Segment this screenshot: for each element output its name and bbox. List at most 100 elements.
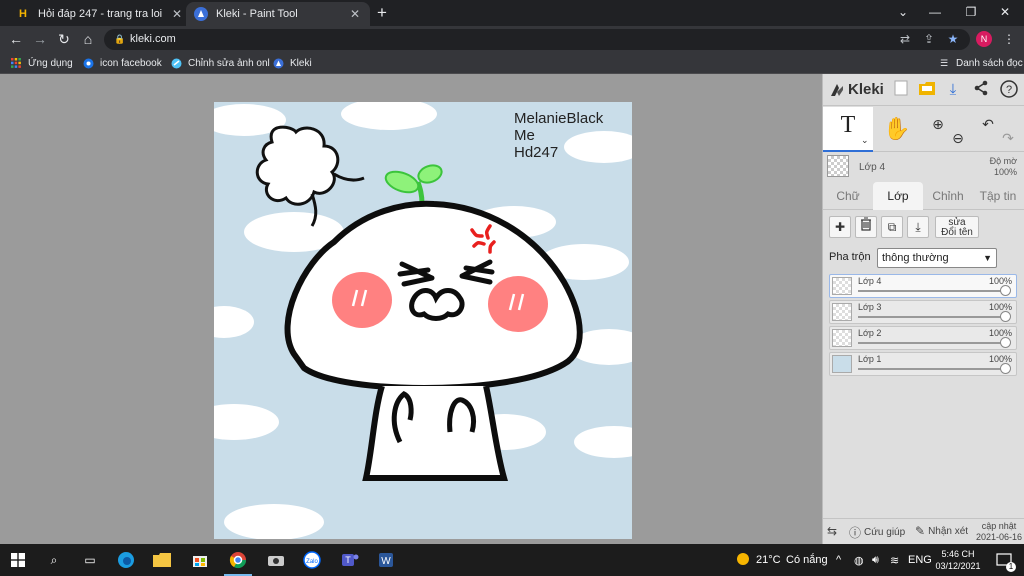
tab-hoidap[interactable]: H Hỏi đáp 247 - trang tra loi ✕ xyxy=(8,2,192,26)
store-icon[interactable] xyxy=(190,550,210,570)
back-button[interactable]: ← xyxy=(6,29,26,49)
edge-icon[interactable] xyxy=(116,550,136,570)
tab-file[interactable]: Tập tin xyxy=(973,182,1023,210)
network-icon[interactable]: ◍ xyxy=(854,554,864,567)
share-icon[interactable]: ⇪ xyxy=(920,30,938,48)
merge-down-button[interactable]: ⤓ xyxy=(907,216,929,238)
feedback-button[interactable]: ✎ Nhận xét xyxy=(915,524,968,538)
clock-time: 5:46 CH xyxy=(941,549,975,559)
zalo-icon[interactable]: Zalo xyxy=(302,550,322,570)
opacity-slider-handle[interactable] xyxy=(1000,311,1011,322)
bookmark-apps[interactable]: Ứng dụng xyxy=(10,55,73,71)
reading-list-button[interactable]: ☰ Danh sách đọc xyxy=(938,55,1023,71)
kleki-logo[interactable]: Kleki xyxy=(829,81,884,98)
blend-mode-value: thông thường xyxy=(882,252,949,264)
opacity-slider-track[interactable] xyxy=(858,342,1008,344)
minimize-button[interactable]: — xyxy=(918,0,952,24)
windows-start-icon[interactable] xyxy=(8,550,28,570)
home-button[interactable]: ⌂ xyxy=(78,29,98,49)
tray-chevron-up-icon[interactable]: ^ xyxy=(836,554,841,566)
weather-text[interactable]: Có nắng xyxy=(786,554,828,566)
help-button[interactable]: ⓘ Cứu giúp xyxy=(849,524,905,541)
forward-button[interactable]: → xyxy=(30,29,50,49)
layer-thumbnail xyxy=(832,303,852,321)
camera-icon[interactable] xyxy=(266,550,286,570)
photo-edit-icon xyxy=(170,57,182,69)
bookmarks-bar: Ứng dụng icon facebook Chỉnh sửa ảnh onl… xyxy=(0,52,1024,74)
blend-mode-select[interactable]: thông thường ▼ xyxy=(877,248,997,268)
profile-avatar[interactable]: N xyxy=(976,31,992,47)
tab-close-icon[interactable]: ✕ xyxy=(170,7,184,21)
canvas-workspace[interactable]: MelanieBlack Me Hd247 xyxy=(0,74,822,544)
tab-text[interactable]: Chữ xyxy=(823,182,873,210)
layer-item[interactable]: Lớp 2 100% xyxy=(829,326,1017,350)
swap-side-icon[interactable]: ⇆ xyxy=(827,524,840,538)
layer-item[interactable]: Lớp 1 100% xyxy=(829,352,1017,376)
tab-search-chevron-icon[interactable]: ⌄ xyxy=(886,0,920,24)
opacity-slider-handle[interactable] xyxy=(1000,363,1011,374)
layer-name: Lớp 4 xyxy=(858,276,882,286)
word-icon[interactable]: W xyxy=(376,550,396,570)
layer-item[interactable]: Lớp 4 100% xyxy=(829,274,1017,298)
rename-layer-button[interactable]: sửa Đổi tên xyxy=(935,216,979,238)
reload-button[interactable]: ↻ xyxy=(54,29,74,49)
opacity-slider-track[interactable] xyxy=(858,316,1008,318)
hand-tool-icon[interactable]: ✋ xyxy=(883,115,911,143)
opacity-slider-track[interactable] xyxy=(858,290,1008,292)
file-explorer-icon[interactable] xyxy=(152,550,172,570)
download-icon[interactable]: ⤓ xyxy=(943,80,963,100)
translate-icon[interactable]: ⇄ xyxy=(896,30,914,48)
tab-adjust[interactable]: Chỉnh xyxy=(923,182,973,210)
browser-toolbar: ← → ↻ ⌂ 🔒 kleki.com ⇄ ⇪ ★ xyxy=(0,26,1024,52)
share-icon[interactable] xyxy=(971,80,991,100)
tab-kleki[interactable]: Kleki - Paint Tool ✕ xyxy=(186,2,370,26)
restore-button[interactable]: ❐ xyxy=(954,0,988,24)
bookmark-icon-facebook[interactable]: icon facebook xyxy=(82,55,162,71)
help-circle-icon[interactable]: ? xyxy=(999,80,1019,100)
drawing-canvas[interactable]: MelanieBlack Me Hd247 xyxy=(214,102,632,539)
opacity-slider-handle[interactable] xyxy=(1000,337,1011,348)
globe-icon xyxy=(82,57,94,69)
bookmark-photo-edit[interactable]: Chỉnh sửa ảnh onl xyxy=(170,55,270,71)
save-folder-icon[interactable] xyxy=(917,80,937,100)
notification-icon[interactable]: 1 xyxy=(994,550,1016,572)
teams-icon[interactable]: T xyxy=(340,550,360,570)
pencil-icon: ✎ xyxy=(915,524,926,538)
panel-top-bar: Kleki ⤓ ? xyxy=(823,74,1024,106)
add-layer-button[interactable]: ✚ xyxy=(829,216,851,238)
duplicate-layer-button[interactable]: ⧉ xyxy=(881,216,903,238)
layer-opacity: 100% xyxy=(988,328,1012,338)
weather-temp[interactable]: 21°C xyxy=(756,554,781,566)
zoom-out-icon[interactable]: ⊖ xyxy=(949,129,967,147)
new-tab-button[interactable]: + xyxy=(372,3,392,23)
delete-layer-button[interactable] xyxy=(855,216,877,238)
blend-mode-row: Pha trộn thông thường ▼ xyxy=(829,248,1019,268)
bookmark-star-icon[interactable]: ★ xyxy=(944,30,962,48)
chrome-icon[interactable] xyxy=(224,550,252,576)
address-bar[interactable]: 🔒 kleki.com xyxy=(104,29,970,50)
text-tool-button[interactable]: T ⌄ xyxy=(823,107,873,152)
volume-icon[interactable]: 🔊︎ xyxy=(872,554,879,567)
browser-menu-icon[interactable]: ⋮ xyxy=(1000,30,1018,48)
close-window-button[interactable]: ✕ xyxy=(988,0,1022,24)
undo-icon[interactable]: ↶ xyxy=(979,115,997,133)
zoom-in-icon[interactable]: ⊕ xyxy=(929,115,947,133)
task-view-icon[interactable]: ▭ xyxy=(80,550,100,570)
redo-icon[interactable]: ↷ xyxy=(999,129,1017,147)
kleki-logo-icon xyxy=(831,83,843,96)
chevron-down-icon[interactable]: ⌄ xyxy=(861,135,869,146)
update-info[interactable]: cập nhật 2021-06-16 xyxy=(976,521,1022,543)
tab-close-icon[interactable]: ✕ xyxy=(348,7,362,21)
language-indicator[interactable]: ENG xyxy=(908,554,932,566)
system-clock[interactable]: 5:46 CH 03/12/2021 xyxy=(932,548,984,572)
new-file-icon[interactable] xyxy=(891,80,911,100)
bookmark-kleki[interactable]: Kleki xyxy=(272,55,312,71)
tab-layers[interactable]: Lớp xyxy=(873,182,923,210)
right-cheek xyxy=(488,276,548,332)
search-icon[interactable]: ⌕ xyxy=(44,550,64,570)
opacity-slider-handle[interactable] xyxy=(1000,285,1011,296)
layer-item[interactable]: Lớp 3 100% xyxy=(829,300,1017,324)
opacity-slider-track[interactable] xyxy=(858,368,1008,370)
wifi-icon[interactable]: ≋ xyxy=(890,554,899,567)
kleki-favicon xyxy=(194,7,208,21)
